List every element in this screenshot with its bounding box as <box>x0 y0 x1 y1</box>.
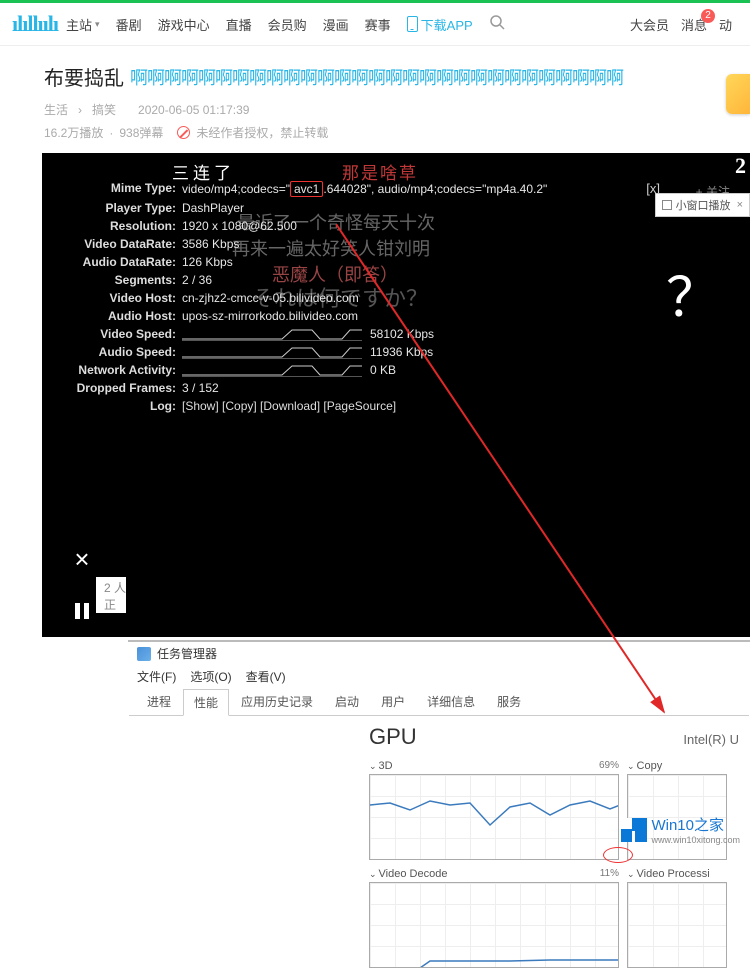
question-mark-overlay: ？ <box>666 253 720 332</box>
video-title: 布要捣乱 <box>44 62 124 91</box>
site-header: ılıllıılı 主站▾ 番剧 游戏中心 直播 会员购 漫画 赛事 下载APP… <box>0 0 750 46</box>
nav-game[interactable]: 游戏中心 <box>158 15 210 34</box>
tab-details[interactable]: 详细信息 <box>417 689 485 715</box>
nav-shop[interactable]: 会员购 <box>268 15 307 34</box>
task-manager-icon <box>137 647 151 661</box>
windows-logo-icon <box>621 818 647 842</box>
tab-services[interactable]: 服务 <box>487 689 531 715</box>
tab-history[interactable]: 应用历史记录 <box>231 689 323 715</box>
player-stats-panel: Mime Type:video/mp4;codecs="avc1.644028"… <box>54 181 650 417</box>
bilibili-logo[interactable]: ılıllıılı <box>12 11 58 37</box>
pip-toggle[interactable]: 小窗口播放× <box>655 193 750 217</box>
window-titlebar[interactable]: 任务管理器 <box>129 641 749 666</box>
nav-live[interactable]: 直播 <box>226 15 252 34</box>
close-icon[interactable]: × <box>737 199 743 211</box>
close-button[interactable]: × <box>74 544 89 575</box>
tab-startup[interactable]: 启动 <box>325 689 369 715</box>
gpu-panel: GPU Intel(R) U ⌄3D 69% ⌄Copy <box>359 716 749 732</box>
log-actions[interactable]: [Show] [Copy] [Download] [PageSource] <box>182 399 650 413</box>
gpu-title: GPU <box>369 724 417 750</box>
highlight-circle <box>603 847 633 863</box>
chevron-down-icon[interactable]: ⌄ <box>369 761 377 771</box>
play-count: 16.2万播放 <box>44 124 103 141</box>
no-reprint-badge: 未经作者授权，禁止转载 <box>177 124 328 141</box>
nav-manga[interactable]: 漫画 <box>323 15 349 34</box>
watermark: Win10之家www.win10xitong.com <box>621 814 740 845</box>
nav-dynamic[interactable]: 动 <box>719 15 732 34</box>
pause-button[interactable] <box>75 603 89 619</box>
category-breadcrumb: 生活 › 搞笑 2020-06-05 01:17:39 <box>44 101 726 118</box>
chevron-down-icon[interactable]: ⌄ <box>627 761 635 771</box>
forbidden-icon <box>177 126 190 139</box>
publish-date: 2020-06-05 01:17:39 <box>138 103 249 117</box>
menu-view[interactable]: 查看(V) <box>246 668 286 685</box>
video-player[interactable]: 三连了 那是啥草 2 [x] 关注 小窗口播放× 最近了一个奇怪每天十次 再来一… <box>42 153 750 637</box>
gpu-decode-percent: 11% <box>600 868 619 879</box>
menu-file[interactable]: 文件(F) <box>137 668 176 685</box>
sparkline <box>182 363 362 377</box>
search-icon[interactable] <box>489 14 505 35</box>
nav-bangumi[interactable]: 番剧 <box>116 15 142 34</box>
nav-match[interactable]: 赛事 <box>365 15 391 34</box>
menu-options[interactable]: 选项(O) <box>190 668 231 685</box>
tab-performance[interactable]: 性能 <box>183 689 229 716</box>
mobile-icon <box>407 16 418 32</box>
corner-number: 2 <box>731 153 750 179</box>
tabs-bar: 进程 性能 应用历史记录 启动 用户 详细信息 服务 <box>129 687 749 716</box>
task-manager-window: 任务管理器 文件(F) 选项(O) 查看(V) 进程 性能 应用历史记录 启动 … <box>128 640 750 642</box>
gpu-3d-percent: 69% <box>599 760 619 771</box>
message-badge: 2 <box>701 9 715 23</box>
tab-users[interactable]: 用户 <box>371 689 415 715</box>
nav-messages[interactable]: 消息2 <box>681 15 707 34</box>
nav-vip[interactable]: 大会员 <box>630 15 669 34</box>
gpu-model: Intel(R) U <box>683 732 739 747</box>
checkbox-icon[interactable] <box>662 200 672 210</box>
side-badge-icon <box>726 74 750 114</box>
video-title-suffix: 啊啊啊啊啊啊啊啊啊啊啊啊啊啊啊啊啊啊啊啊啊啊啊啊啊啊啊啊啊 <box>130 64 623 90</box>
chevron-down-icon[interactable]: ⌄ <box>369 869 377 879</box>
nav-home[interactable]: 主站▾ <box>66 15 100 34</box>
chevron-down-icon[interactable]: ⌄ <box>627 869 635 879</box>
sparkline <box>182 345 362 359</box>
tab-processes[interactable]: 进程 <box>137 689 181 715</box>
menu-bar: 文件(F) 选项(O) 查看(V) <box>129 666 749 687</box>
gpu-3d-chart <box>369 774 619 860</box>
category-life[interactable]: 生活 <box>44 101 68 118</box>
gpu-decode-chart <box>369 882 619 968</box>
nav-download-app[interactable]: 下载APP <box>407 15 473 34</box>
sparkline <box>182 327 362 341</box>
viewer-count: 2 人正 <box>96 577 126 613</box>
codec-highlight: avc1 <box>290 181 323 197</box>
danmaku-count: 938弹幕 <box>119 124 163 141</box>
category-funny[interactable]: 搞笑 <box>92 101 116 118</box>
gpu-processing-chart <box>627 882 727 968</box>
